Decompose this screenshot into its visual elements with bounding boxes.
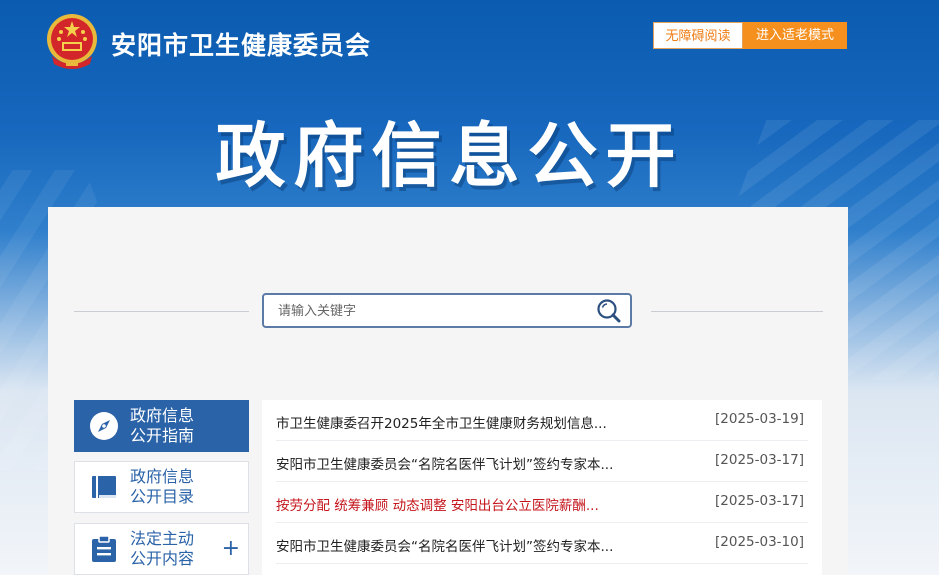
- news-date: [2025-03-17]: [715, 493, 804, 509]
- search-input[interactable]: [276, 295, 580, 328]
- national-emblem-icon: [44, 12, 100, 70]
- sidebar-item-catalog[interactable]: 政府信息 公开目录: [74, 461, 249, 513]
- book-icon: [89, 472, 119, 502]
- news-date: [2025-03-17]: [715, 452, 804, 468]
- sidebar-item-guide[interactable]: 政府信息 公开指南: [74, 400, 249, 452]
- news-title[interactable]: 安阳市卫生健康委员会“名院名医伴飞计划”签约专家本...: [276, 535, 613, 555]
- news-date: [2025-03-19]: [715, 411, 804, 427]
- list-item[interactable]: 安阳市卫生健康委员会“名院名医伴飞计划”签约专家本... [2025-03-17…: [276, 441, 808, 482]
- search-box: [262, 293, 632, 328]
- news-list: 市卫生健康委召开2025年全市卫生健康财务规划信息... [2025-03-19…: [262, 400, 822, 575]
- top-toolbar: 无障碍阅读 进入适老模式: [653, 22, 847, 49]
- news-title[interactable]: 安阳市卫生健康委员会“名院名医伴飞计划”签约专家本...: [276, 453, 613, 473]
- main-panel: 政府信息 公开指南 政府信息 公开目录 法定主动: [48, 207, 848, 575]
- news-title-highlighted[interactable]: 按劳分配 统筹兼顾 动态调整 安阳出台公立医院薪酬...: [276, 494, 599, 514]
- sidebar-label-line1: 法定主动: [130, 529, 195, 548]
- sidebar-item-label: 政府信息 公开目录: [130, 467, 220, 507]
- compass-icon: [89, 411, 119, 441]
- sidebar-item-statutory[interactable]: 法定主动 公开内容 +: [74, 523, 249, 575]
- divider-left: [74, 311, 249, 312]
- list-item[interactable]: 市卫生健康委召开2025年全市卫生健康财务规划信息... [2025-03-19…: [276, 400, 808, 441]
- page-banner-title: 政府信息公开: [215, 114, 684, 197]
- sidebar-label-line1: 政府信息: [130, 406, 195, 425]
- expand-plus-icon[interactable]: +: [222, 538, 240, 560]
- sidebar-item-label: 政府信息 公开指南: [130, 406, 220, 446]
- search-icon[interactable]: [596, 298, 622, 324]
- accessibility-reading-button[interactable]: 无障碍阅读: [653, 22, 743, 49]
- sidebar-item-label: 法定主动 公开内容: [130, 529, 220, 569]
- sidebar-label-line1: 政府信息: [130, 467, 195, 486]
- clipboard-icon: [89, 534, 119, 564]
- site-title[interactable]: 安阳市卫生健康委员会: [111, 26, 371, 62]
- divider-right: [651, 311, 823, 312]
- elder-mode-button[interactable]: 进入适老模式: [743, 22, 847, 49]
- sidebar-label-line2: 公开指南: [130, 426, 195, 445]
- list-item[interactable]: 按劳分配 统筹兼顾 动态调整 安阳出台公立医院薪酬... [2025-03-17…: [276, 482, 808, 523]
- news-date: [2025-03-10]: [715, 534, 804, 550]
- list-item[interactable]: 安阳市卫生健康委员会“名院名医伴飞计划”签约专家本... [2025-03-10…: [276, 523, 808, 564]
- sidebar-label-line2: 公开内容: [130, 549, 195, 568]
- sidebar-label-line2: 公开目录: [130, 487, 195, 506]
- news-title[interactable]: 市卫生健康委召开2025年全市卫生健康财务规划信息...: [276, 412, 607, 432]
